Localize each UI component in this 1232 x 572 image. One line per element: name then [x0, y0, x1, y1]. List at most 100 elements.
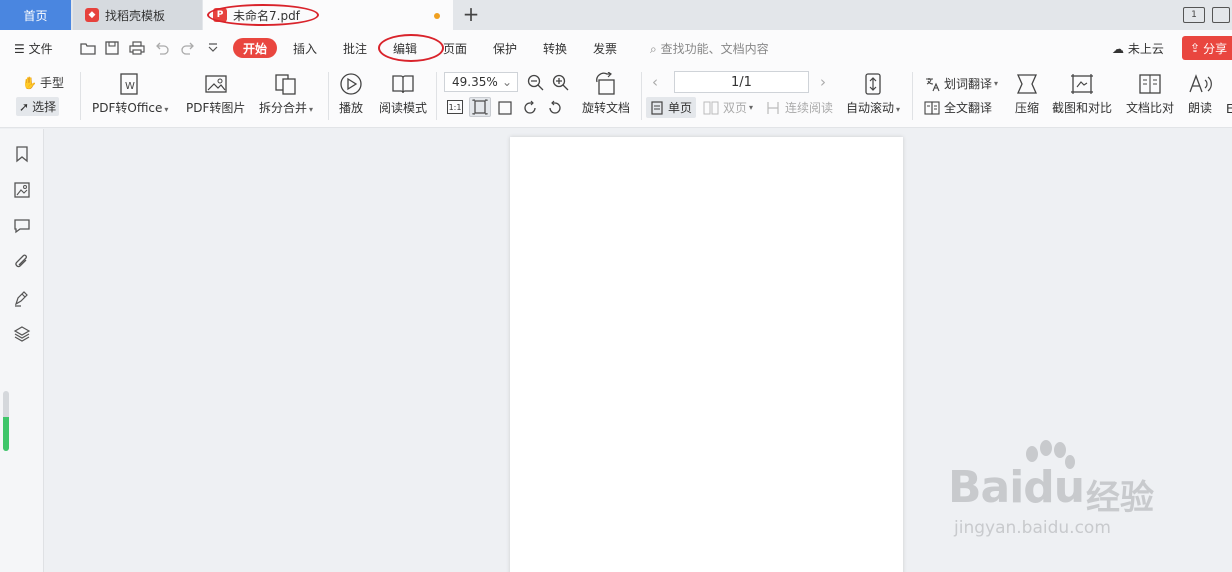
- watermark-url: jingyan.baidu.com: [954, 518, 1111, 538]
- full-translate-icon: [924, 100, 940, 115]
- compress-button[interactable]: 压缩: [1014, 72, 1040, 116]
- rotate-document-button[interactable]: 旋转文档: [582, 72, 630, 116]
- continuous-read-icon: [767, 101, 779, 114]
- fit-page-button[interactable]: [469, 97, 491, 117]
- tab-protect[interactable]: 保护: [493, 40, 517, 57]
- pdf-to-image-button[interactable]: PDF转图片: [186, 72, 245, 116]
- tab-insert[interactable]: 插入: [293, 40, 317, 57]
- split-merge-button[interactable]: 拆分合并 ▾: [259, 72, 313, 116]
- tab-convert[interactable]: 转换: [543, 40, 567, 57]
- rotate-right-icon[interactable]: [546, 99, 564, 117]
- caret-down-icon: ▾: [164, 105, 169, 114]
- play-button[interactable]: 播放: [338, 72, 364, 116]
- fit-width-icon[interactable]: [496, 99, 514, 117]
- signature-icon[interactable]: [13, 289, 31, 307]
- auto-scroll-label: 自动滚动: [846, 101, 895, 115]
- read-mode-button[interactable]: 阅读模式: [379, 72, 427, 116]
- single-page-label: 单页: [668, 101, 693, 115]
- read-aloud-label: 朗读: [1187, 101, 1212, 115]
- pdf-to-office-label: PDF转Office: [92, 101, 163, 115]
- undo-icon[interactable]: [154, 41, 170, 55]
- file-menu[interactable]: ☰ 文件: [14, 40, 53, 57]
- left-sidebar: [0, 129, 44, 572]
- full-translate-button[interactable]: 全文翻译: [924, 99, 992, 116]
- tab-start[interactable]: 开始: [233, 38, 277, 58]
- cloud-icon: ☁: [1112, 42, 1124, 56]
- layers-icon[interactable]: [13, 325, 31, 343]
- compress-label: 压缩: [1014, 101, 1039, 115]
- divider: [641, 72, 642, 120]
- tab-edit[interactable]: 编辑: [393, 40, 417, 57]
- bookmark-icon[interactable]: [13, 145, 31, 163]
- more-tools-icon[interactable]: Ε: [1226, 102, 1232, 116]
- cursor-arrow-icon: ➚: [19, 99, 30, 114]
- select-tool-button[interactable]: ➚ 选择: [16, 97, 60, 116]
- page-number-input[interactable]: 1/1: [674, 71, 809, 93]
- tab-annotate[interactable]: 批注: [343, 40, 367, 57]
- hamburger-icon: ☰: [14, 42, 25, 56]
- rotate-document-label: 旋转文档: [582, 101, 631, 115]
- window-mode-icon[interactable]: [1212, 7, 1230, 23]
- tab-template[interactable]: ◆ 找稻壳模板: [73, 0, 202, 30]
- menu-bar: ☰ 文件 开始 插入 批注 编辑 页面 保护 转换 发票 ⌕ 查找功能、文档内容…: [0, 30, 1232, 66]
- search-input[interactable]: ⌕ 查找功能、文档内容: [650, 40, 769, 57]
- zoom-out-icon[interactable]: [527, 74, 545, 92]
- baidu-jingyan-watermark: Baidu 经验 jingyan.baidu.com: [948, 440, 1188, 550]
- scroll-progress-fill: [3, 417, 9, 451]
- read-mode-label: 阅读模式: [379, 101, 428, 115]
- hand-tool-label: 手型: [39, 76, 64, 90]
- sidebar-scroll-indicator[interactable]: [3, 391, 9, 451]
- auto-scroll-button[interactable]: 自动滚动 ▾: [846, 72, 900, 116]
- unsaved-indicator: [434, 13, 440, 19]
- word-translate-button[interactable]: 划词翻译 ▾: [924, 75, 998, 92]
- cloud-sync-button[interactable]: ☁ 未上云: [1112, 40, 1164, 57]
- screenshot-compare-label: 截图和对比: [1052, 101, 1113, 115]
- divider: [80, 72, 81, 120]
- pdf-to-office-button[interactable]: W PDF转Office ▾: [92, 72, 168, 116]
- attachment-icon[interactable]: [13, 253, 31, 271]
- full-translate-label: 全文翻译: [944, 101, 993, 115]
- chevron-down-icon[interactable]: [205, 41, 221, 55]
- rotate-document-icon: [596, 72, 615, 95]
- watermark-cn: 经验: [1086, 478, 1154, 518]
- tab-document-label: 未命名7.pdf: [233, 8, 300, 23]
- caret-down-icon: ▾: [309, 105, 314, 114]
- pdf-page[interactable]: [510, 137, 903, 572]
- image-icon: [205, 75, 227, 93]
- book-icon: [392, 75, 414, 94]
- search-placeholder: 查找功能、文档内容: [660, 42, 769, 56]
- split-merge-icon: [275, 74, 296, 95]
- tab-invoice[interactable]: 发票: [593, 40, 617, 57]
- new-tab-button[interactable]: +: [460, 4, 482, 26]
- actual-size-icon[interactable]: 1:1: [447, 100, 463, 114]
- zoom-in-icon[interactable]: [552, 74, 570, 92]
- open-folder-icon[interactable]: [80, 41, 96, 55]
- save-icon[interactable]: [104, 41, 120, 55]
- print-icon[interactable]: [129, 41, 145, 55]
- document-compare-button[interactable]: 文档比对: [1126, 72, 1174, 116]
- double-page-icon: [703, 101, 719, 114]
- comment-icon[interactable]: [13, 217, 31, 235]
- share-button[interactable]: ⇪ 分享: [1182, 36, 1232, 60]
- tab-home[interactable]: 首页: [0, 0, 71, 30]
- next-page-icon[interactable]: ›: [820, 73, 826, 91]
- continuous-read-label: 连续阅读: [785, 101, 834, 115]
- read-aloud-button[interactable]: 朗读: [1187, 72, 1213, 116]
- word-translate-label: 划词翻译: [944, 77, 993, 91]
- screenshot-compare-button[interactable]: 截图和对比: [1052, 72, 1112, 116]
- window-layout-icon[interactable]: 1: [1183, 7, 1205, 23]
- share-icon: ⇪: [1190, 41, 1201, 55]
- prev-page-icon[interactable]: ‹: [652, 73, 658, 91]
- hand-tool-button[interactable]: ✋ 手型: [22, 74, 64, 91]
- read-aloud-icon: [1189, 74, 1212, 93]
- continuous-read-button[interactable]: 连续阅读: [765, 99, 833, 116]
- tab-page[interactable]: 页面: [443, 40, 467, 57]
- cloud-sync-label: 未上云: [1127, 42, 1164, 56]
- rotate-left-icon[interactable]: [521, 99, 539, 117]
- redo-icon[interactable]: [180, 41, 196, 55]
- double-page-button[interactable]: 双页 ▾: [703, 99, 753, 116]
- tab-document[interactable]: P 未命名7.pdf: [203, 0, 453, 30]
- thumbnail-icon[interactable]: [13, 181, 31, 199]
- zoom-select[interactable]: 49.35% ⌄: [444, 72, 518, 92]
- single-page-button[interactable]: 单页: [646, 97, 697, 118]
